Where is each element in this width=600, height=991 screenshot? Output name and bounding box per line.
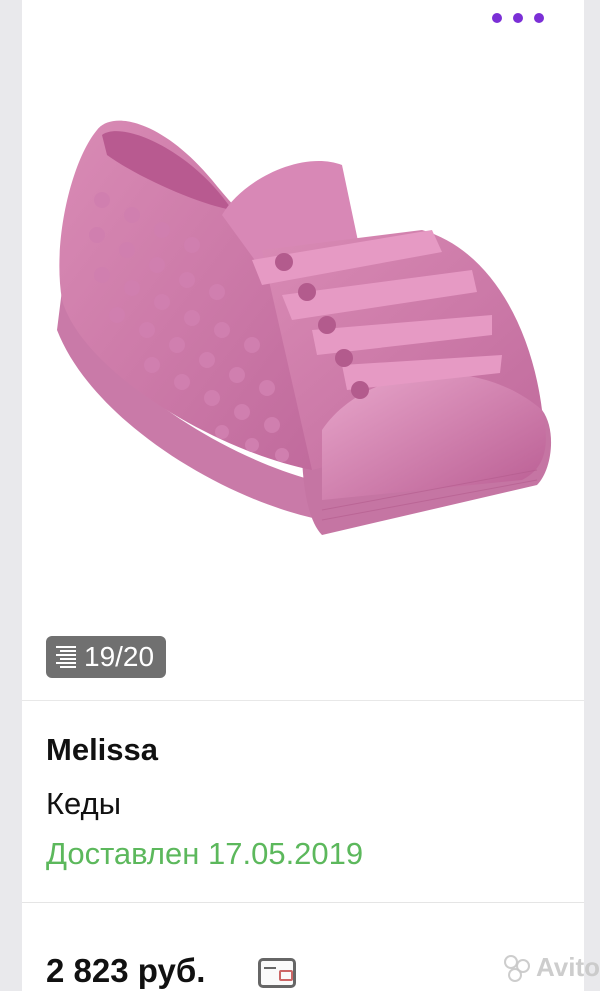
list-icon: [56, 646, 76, 668]
pink-sneaker-image: [57, 120, 552, 535]
more-options-icon[interactable]: [492, 8, 544, 28]
credit-card-icon: [258, 958, 296, 988]
dot: [492, 13, 502, 23]
dot: [513, 13, 523, 23]
item-brand: Melissa: [46, 732, 159, 767]
item-category: Кеды: [46, 786, 121, 821]
product-card: 19/20 Melissa Кеды Доставлен 17.05.2019 …: [22, 0, 584, 991]
avito-watermark: Avito: [503, 952, 600, 983]
dot: [534, 13, 544, 23]
divider: [22, 902, 584, 903]
avito-logo-icon: [503, 954, 532, 982]
delivery-status: Доставлен 17.05.2019: [46, 836, 364, 871]
item-price: 2 823 руб.: [46, 952, 206, 989]
divider: [22, 700, 584, 701]
product-photo[interactable]: [22, 30, 584, 690]
photo-counter[interactable]: 19/20: [46, 636, 167, 678]
watermark-text: Avito: [535, 952, 600, 982]
photo-counter-text: 19/20: [84, 641, 155, 672]
